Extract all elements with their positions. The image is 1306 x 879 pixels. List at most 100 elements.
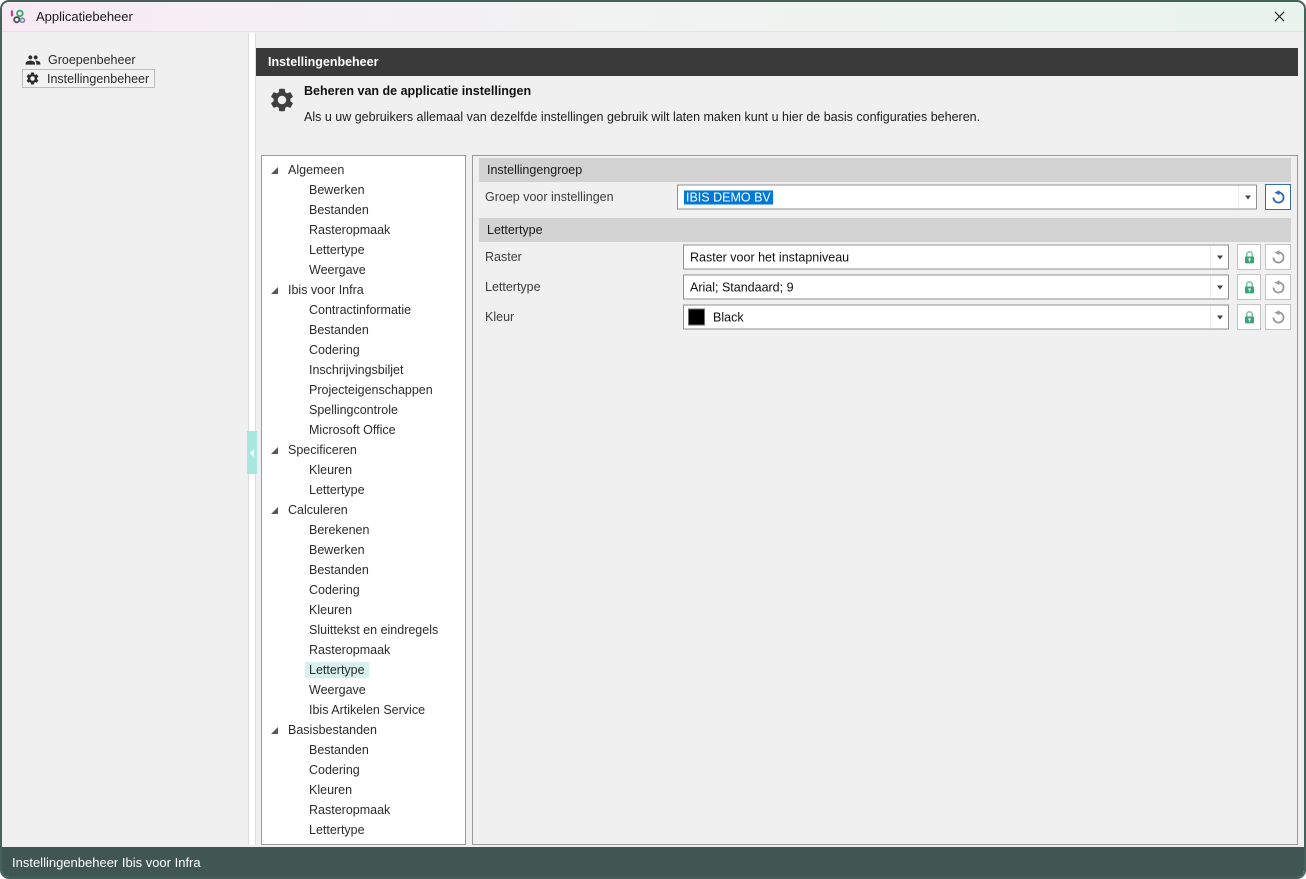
tree-item[interactable]: Weergave [262, 260, 465, 280]
tree-group[interactable]: Ibis voor Infra [262, 280, 465, 300]
selected-text: IBIS DEMO BV [684, 190, 773, 204]
section-header: Instellingengroep [479, 158, 1291, 182]
tree-item-label: Inschrijvingsbiljet [305, 362, 407, 378]
tree-item[interactable]: Codering [262, 580, 465, 600]
gear-icon [268, 86, 296, 114]
sidebar-item-groepenbeheer[interactable]: Groepenbeheer [22, 50, 142, 69]
tree-item-label: Specificeren [284, 442, 361, 458]
app-window: Applicatiebeheer Groepenbeheer Instellin… [0, 0, 1306, 879]
settings-form: InstellingengroepGroep voor instellingen… [472, 155, 1298, 845]
tree-item[interactable]: Rasteropmaak [262, 220, 465, 240]
tree-item-label: Rasteropmaak [305, 642, 394, 658]
tree-item-label: Ibis Artikelen Service [305, 702, 429, 718]
combo-groep-voor-instellingen[interactable]: IBIS DEMO BV [677, 185, 1257, 210]
sidebar-item-label: Instellingenbeheer [47, 72, 149, 86]
description-text: Als u uw gebruikers allemaal van dezelfd… [304, 110, 980, 124]
description-title: Beheren van de applicatie instellingen [304, 84, 531, 98]
tree-item-label: Codering [305, 762, 364, 778]
collapse-left-icon [250, 449, 254, 457]
tree-item[interactable]: Bestanden [262, 560, 465, 580]
undo-button[interactable] [1265, 304, 1291, 330]
tree-item[interactable]: Bestanden [262, 200, 465, 220]
combo-kleur[interactable]: Black [683, 305, 1229, 330]
tree-item-label: Ibis voor Infra [284, 282, 368, 298]
chevron-down-glyph [1217, 315, 1223, 319]
tree-group[interactable]: Calculeren [262, 500, 465, 520]
combo-lettertype[interactable]: Arial; Standaard; 9 [683, 275, 1229, 300]
form-area: InstellingengroepGroep voor instellingen… [473, 158, 1297, 332]
color-swatch [688, 309, 705, 326]
tree-item[interactable]: Codering [262, 760, 465, 780]
tree-group[interactable]: Algemeen [262, 160, 465, 180]
tree-item-label: Projecteigenschappen [305, 382, 437, 398]
tree-item-label: Bestanden [305, 202, 373, 218]
tree-item-label: Codering [305, 582, 364, 598]
tree-item[interactable]: Kleuren [262, 460, 465, 480]
tree-item[interactable]: Bewerken [262, 540, 465, 560]
combo-raster[interactable]: Raster voor het instapniveau [683, 245, 1229, 270]
tree-item[interactable]: Bestanden [262, 320, 465, 340]
tree-item[interactable]: Codering [262, 340, 465, 360]
tree-item-label: Basisbestanden [284, 722, 381, 738]
tree-list: AlgemeenBewerkenBestandenRasteropmaakLet… [262, 160, 465, 840]
close-button[interactable] [1262, 4, 1296, 30]
tree-item-label: Rasteropmaak [305, 802, 394, 818]
tree-item-label: Microsoft Office [305, 422, 400, 438]
tree-item[interactable]: Kleuren [262, 780, 465, 800]
tree-item-label: Weergave [305, 682, 370, 698]
combo-value: Arial; Standaard; 9 [688, 280, 1210, 294]
tree-group[interactable]: Specificeren [262, 440, 465, 460]
tree-item-label: Lettertype [305, 482, 369, 498]
chevron-down-icon[interactable] [1238, 186, 1256, 209]
field-row: RasterRaster voor het instapniveau [479, 242, 1291, 272]
tree-item[interactable]: Spellingcontrole [262, 400, 465, 420]
undo-button[interactable] [1265, 184, 1291, 210]
tree-item[interactable]: Bestanden [262, 740, 465, 760]
tree-group[interactable]: Basisbestanden [262, 720, 465, 740]
tree-item-label: Weergave [305, 262, 370, 278]
window-title: Applicatiebeheer [36, 9, 133, 24]
title-bar: Applicatiebeheer [2, 2, 1304, 32]
lock-button[interactable] [1237, 244, 1261, 270]
tree-item[interactable]: Ibis Artikelen Service [262, 700, 465, 720]
tree-item-label: Bestanden [305, 742, 373, 758]
tree-item-label: Codering [305, 342, 364, 358]
tree-item[interactable]: Projecteigenschappen [262, 380, 465, 400]
chevron-down-icon[interactable] [1210, 306, 1228, 329]
tree-item[interactable]: Lettertype [262, 480, 465, 500]
tree-item[interactable]: Bewerken [262, 180, 465, 200]
expand-icon[interactable] [271, 287, 278, 294]
tree-item[interactable]: Lettertype [262, 240, 465, 260]
tree-item[interactable]: Weergave [262, 680, 465, 700]
sidebar-item-instellingenbeheer[interactable]: Instellingenbeheer [22, 69, 155, 88]
tree-item[interactable]: Kleuren [262, 600, 465, 620]
panel-splitter[interactable] [248, 33, 256, 845]
field-label: Kleur [485, 310, 514, 324]
main-area: Instellingenbeheer Beheren van de applic… [256, 48, 1298, 845]
tree-item[interactable]: Contractinformatie [262, 300, 465, 320]
gear-icon [25, 71, 40, 86]
tree-item-label: Bestanden [305, 562, 373, 578]
undo-button[interactable] [1265, 244, 1291, 270]
tree-item[interactable]: Inschrijvingsbiljet [262, 360, 465, 380]
chevron-down-icon[interactable] [1210, 276, 1228, 299]
expand-icon[interactable] [271, 167, 278, 174]
tree-item[interactable]: Berekenen [262, 520, 465, 540]
page-title: Instellingenbeheer [256, 48, 1298, 76]
chevron-down-glyph [1217, 285, 1223, 289]
tree-item-label: Spellingcontrole [305, 402, 402, 418]
tree-item[interactable]: Lettertype [262, 660, 465, 680]
chevron-down-icon[interactable] [1210, 246, 1228, 269]
tree-item-label: Lettertype [305, 822, 369, 838]
expand-icon[interactable] [271, 727, 278, 734]
tree-item[interactable]: Lettertype [262, 820, 465, 840]
expand-icon[interactable] [271, 507, 278, 514]
expand-icon[interactable] [271, 447, 278, 454]
lock-button[interactable] [1237, 274, 1261, 300]
lock-button[interactable] [1237, 304, 1261, 330]
tree-item[interactable]: Sluittekst en eindregels [262, 620, 465, 640]
undo-button[interactable] [1265, 274, 1291, 300]
tree-item[interactable]: Microsoft Office [262, 420, 465, 440]
tree-item[interactable]: Rasteropmaak [262, 800, 465, 820]
tree-item[interactable]: Rasteropmaak [262, 640, 465, 660]
